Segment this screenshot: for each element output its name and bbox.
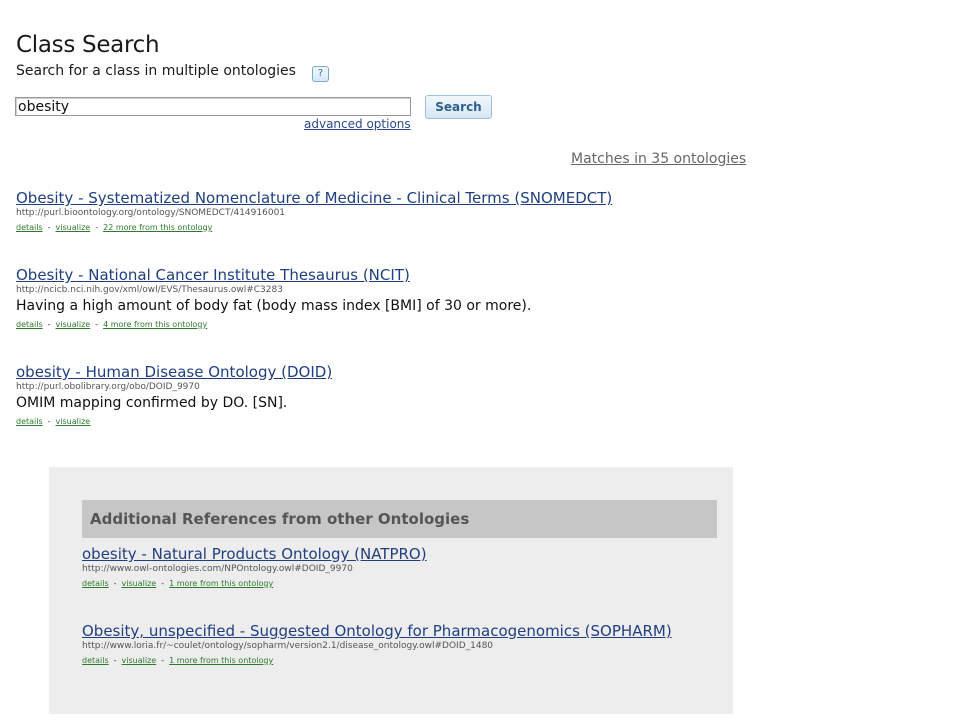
visualize-link[interactable]: visualize bbox=[56, 223, 91, 232]
details-link[interactable]: details bbox=[16, 320, 43, 329]
details-link[interactable]: details bbox=[82, 656, 109, 665]
result-definition: Having a high amount of body fat (body m… bbox=[16, 298, 532, 314]
visualize-link[interactable]: visualize bbox=[56, 417, 91, 426]
visualize-link[interactable]: visualize bbox=[122, 579, 157, 588]
matches-link[interactable]: Matches in 35 ontologies bbox=[571, 151, 746, 167]
result-item: Obesity - Systematized Nomenclature of M… bbox=[16, 189, 612, 234]
more-from-ontology-link[interactable]: 4 more from this ontology bbox=[103, 320, 207, 329]
result-uri: http://purl.obolibrary.org/obo/DOID_9970 bbox=[16, 382, 200, 392]
separator: - bbox=[47, 223, 51, 232]
page-title: Class Search bbox=[16, 32, 160, 58]
result-definition: OMIM mapping confirmed by DO. [SN]. bbox=[16, 395, 288, 411]
result-item: obesity - Human Disease Ontology (DOID) … bbox=[16, 363, 332, 428]
result-title-link[interactable]: Obesity - National Cancer Institute Thes… bbox=[16, 266, 531, 284]
separator: - bbox=[95, 223, 99, 232]
question-mark-icon[interactable]: ? bbox=[312, 66, 329, 82]
additional-references-panel: Additional References from other Ontolog… bbox=[49, 467, 733, 714]
separator: - bbox=[113, 579, 117, 588]
result-item: Obesity - National Cancer Institute Thes… bbox=[16, 266, 531, 331]
result-links: details - visualize -1 more from this ontol… bbox=[82, 655, 672, 667]
result-uri: http://www.loria.fr/~coulet/ontology/sop… bbox=[82, 641, 494, 651]
visualize-link[interactable]: visualize bbox=[56, 320, 91, 329]
advanced-options-link[interactable]: advanced options bbox=[304, 117, 411, 131]
separator: - bbox=[47, 417, 51, 426]
separator: - bbox=[95, 320, 99, 329]
result-title-link[interactable]: Obesity, unspecified - Suggested Ontolog… bbox=[82, 622, 672, 640]
details-link[interactable]: details bbox=[16, 417, 43, 426]
result-links: details - visualize bbox=[16, 416, 332, 428]
result-links: details - visualize -4 more from this ontol… bbox=[16, 319, 531, 331]
page-subtitle: Search for a class in multiple ontologie… bbox=[16, 63, 296, 79]
more-from-ontology-link[interactable]: 1 more from this ontology bbox=[169, 579, 273, 588]
details-link[interactable]: details bbox=[16, 223, 43, 232]
additional-references-header: Additional References from other Ontolog… bbox=[82, 500, 717, 538]
result-title-link[interactable]: obesity - Natural Products Ontology (NAT… bbox=[82, 545, 427, 563]
visualize-link[interactable]: visualize bbox=[122, 656, 157, 665]
additional-references-heading: Additional References from other Ontolog… bbox=[90, 510, 470, 528]
additional-result-item: Obesity, unspecified - Suggested Ontolog… bbox=[82, 622, 672, 667]
search-button[interactable]: Search bbox=[425, 95, 492, 119]
result-title-link[interactable]: obesity - Human Disease Ontology (DOID) bbox=[16, 363, 332, 381]
result-uri: http://www.owl-ontologies.com/NPOntology… bbox=[82, 564, 353, 574]
result-title-link[interactable]: Obesity - Systematized Nomenclature of M… bbox=[16, 189, 612, 207]
result-uri: http://purl.bioontology.org/ontology/SNO… bbox=[16, 208, 286, 218]
additional-result-item: obesity - Natural Products Ontology (NAT… bbox=[82, 545, 427, 590]
result-uri: http://ncicb.nci.nih.gov/xml/owl/EVS/The… bbox=[16, 285, 283, 295]
result-links: details - visualize -1 more from this ontol… bbox=[82, 578, 427, 590]
details-link[interactable]: details bbox=[82, 579, 109, 588]
class-search-page: Class Search Search for a class in multi… bbox=[0, 0, 960, 720]
result-links: details - visualize -22 more from this onto… bbox=[16, 222, 612, 234]
separator: - bbox=[113, 656, 117, 665]
separator: - bbox=[161, 656, 165, 665]
search-input[interactable] bbox=[15, 97, 411, 116]
separator: - bbox=[161, 579, 165, 588]
more-from-ontology-link[interactable]: 1 more from this ontology bbox=[169, 656, 273, 665]
separator: - bbox=[47, 320, 51, 329]
more-from-ontology-link[interactable]: 22 more from this ontology bbox=[103, 223, 212, 232]
